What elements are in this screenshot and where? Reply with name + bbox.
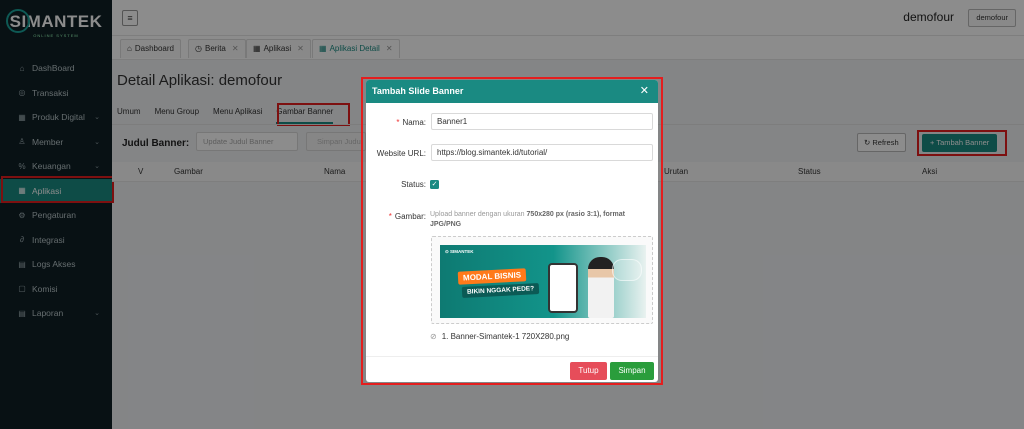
simpan-button[interactable]: Simpan bbox=[610, 362, 654, 380]
paperclip-icon: ⊘ bbox=[430, 332, 437, 341]
website-url-input[interactable]: https://blog.simantek.id/tutorial/ bbox=[431, 144, 653, 161]
banner-preview-image: ⊙ SIMANTEK MODAL BISNIS BIKIN NGGAK PEDE… bbox=[440, 245, 646, 318]
person-illustration bbox=[588, 257, 614, 318]
nama-input[interactable]: Banner1 bbox=[431, 113, 653, 130]
check-icon: ✓ bbox=[431, 181, 438, 188]
gambar-label: * Gambar: bbox=[388, 212, 426, 221]
close-icon[interactable]: ✕ bbox=[640, 80, 649, 103]
modal-title: Tambah Slide Banner bbox=[372, 86, 464, 96]
banner-badge bbox=[612, 259, 642, 281]
image-upload-area[interactable]: ⊙ SIMANTEK MODAL BISNIS BIKIN NGGAK PEDE… bbox=[431, 236, 653, 324]
tutup-button[interactable]: Tutup bbox=[570, 362, 607, 380]
banner-logo: ⊙ SIMANTEK bbox=[445, 249, 474, 254]
banner-subline: BIKIN NGGAK PEDE? bbox=[461, 282, 540, 299]
uploaded-file[interactable]: ⊘ 1. Banner-Simantek-1 720X280.png bbox=[430, 332, 569, 341]
modal-footer-divider bbox=[366, 356, 658, 357]
add-banner-modal: Tambah Slide Banner ✕ * Nama: Banner1 Web… bbox=[366, 80, 658, 382]
upload-hint: Upload banner dengan ukuran 750x280 px (… bbox=[430, 211, 625, 228]
status-label: Status: bbox=[401, 180, 426, 189]
modal-header: Tambah Slide Banner ✕ bbox=[366, 80, 658, 103]
file-name: 1. Banner-Simantek-1 720X280.png bbox=[441, 332, 570, 341]
phone-illustration bbox=[548, 263, 578, 313]
website-url-label: Website URL: bbox=[376, 149, 426, 158]
nama-label: * Nama: bbox=[396, 118, 426, 127]
banner-headline: MODAL BISNIS bbox=[457, 268, 527, 285]
status-checkbox[interactable]: ✓ bbox=[430, 180, 439, 189]
